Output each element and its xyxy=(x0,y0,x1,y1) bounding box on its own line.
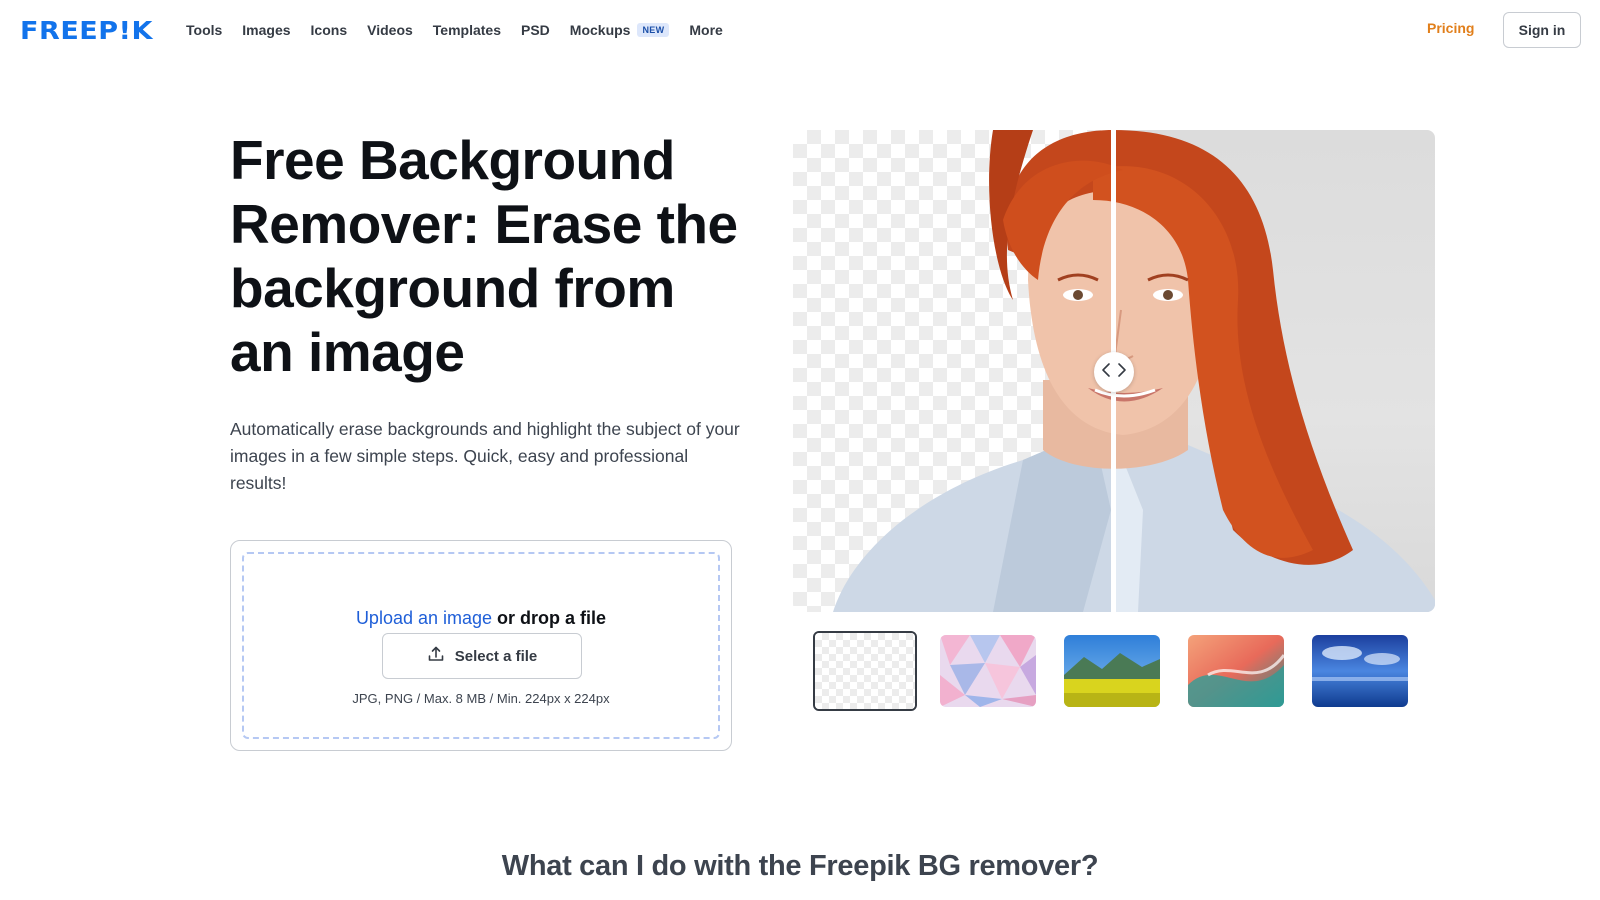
nav-psd[interactable]: PSD xyxy=(521,18,550,42)
nav-videos-label: Videos xyxy=(367,22,413,38)
page-title: Free Background Remover: Erase the backg… xyxy=(230,129,738,383)
file-requirements: JPG, PNG / Max. 8 MB / Min. 224px x 224p… xyxy=(352,691,610,706)
drop-text: or drop a file xyxy=(492,608,607,628)
nav-mockups[interactable]: Mockups NEW xyxy=(570,18,670,42)
freepik-logo[interactable]: FREEP!K xyxy=(20,14,152,46)
background-option-mountain-meadow[interactable] xyxy=(1064,635,1160,707)
select-file-label: Select a file xyxy=(454,647,538,665)
nav-mockups-label: Mockups xyxy=(569,22,631,38)
nav-templates-label: Templates xyxy=(432,22,501,38)
upload-image-link[interactable]: Upload an image xyxy=(356,608,492,628)
ocean-sky-swatch xyxy=(1312,635,1408,707)
section-title: What can I do with the Freepik BG remove… xyxy=(501,850,1099,882)
select-file-button[interactable]: Select a file xyxy=(382,633,582,679)
background-option-pastel-triangles[interactable] xyxy=(940,635,1036,707)
site-header: FREEP!K Tools Images Icons Videos Templa… xyxy=(0,0,1600,60)
nav-more[interactable]: More xyxy=(689,18,722,42)
colorful-wave-swatch xyxy=(1188,635,1284,707)
background-option-transparent[interactable] xyxy=(813,631,917,711)
before-after-preview[interactable] xyxy=(793,130,1435,612)
nav-psd-label: PSD xyxy=(521,22,550,38)
logo-text: FREEP!K xyxy=(20,15,153,45)
background-option-ocean-sky[interactable] xyxy=(1312,635,1408,707)
hero-subtitle: Automatically erase backgrounds and high… xyxy=(230,419,740,493)
transparent-swatch xyxy=(815,633,915,709)
sign-in-button[interactable]: Sign in xyxy=(1503,12,1581,48)
nav-images[interactable]: Images xyxy=(242,18,290,42)
nav-templates[interactable]: Templates xyxy=(433,18,501,42)
chevron-left-right-icon xyxy=(1100,361,1128,384)
nav-images-label: Images xyxy=(242,22,291,38)
file-dropzone[interactable]: Upload an image or drop a file Select a … xyxy=(242,552,720,739)
mountain-meadow-swatch xyxy=(1064,635,1160,707)
nav-icons-label: Icons xyxy=(310,22,348,38)
pricing-link[interactable]: Pricing xyxy=(1427,20,1474,36)
drop-instructions: Upload an image or drop a file xyxy=(244,608,718,629)
nav-tools-label: Tools xyxy=(186,22,223,38)
new-badge: NEW xyxy=(637,23,670,37)
nav-more-label: More xyxy=(689,22,723,38)
main-nav: Tools Images Icons Videos Templates PSD … xyxy=(186,18,723,42)
comparison-slider-handle[interactable] xyxy=(1094,352,1134,392)
nav-videos[interactable]: Videos xyxy=(367,18,413,42)
pastel-triangles-swatch xyxy=(940,635,1036,707)
background-option-colorful-wave[interactable] xyxy=(1188,635,1284,707)
nav-tools[interactable]: Tools xyxy=(186,18,222,42)
nav-icons[interactable]: Icons xyxy=(311,18,348,42)
upload-icon xyxy=(427,645,445,667)
upload-card: Upload an image or drop a file Select a … xyxy=(230,540,732,751)
